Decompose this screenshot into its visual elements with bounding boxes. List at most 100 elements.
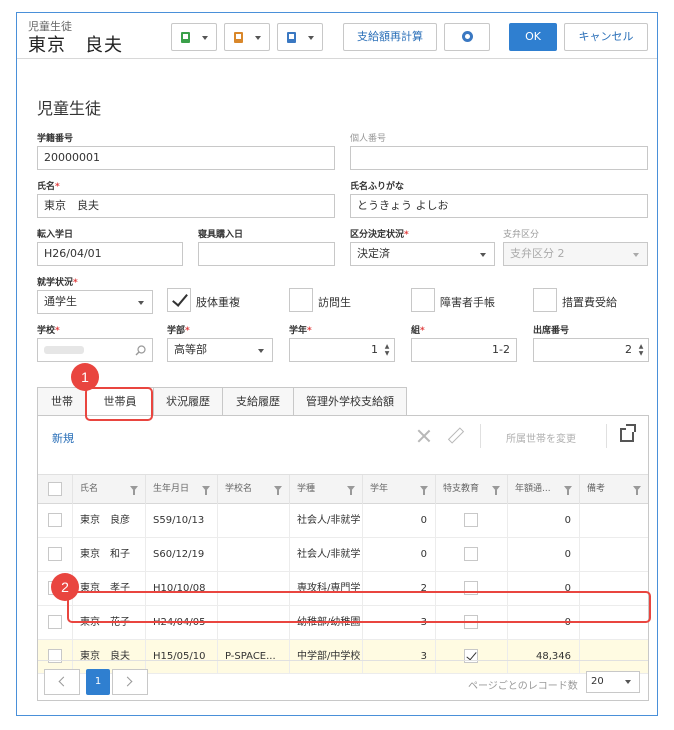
school-field[interactable] (37, 338, 153, 362)
table-row[interactable]: 東京 良彦 S59/10/13 社会人/非就学 0 0 (38, 504, 648, 538)
special-education-checkbox[interactable] (464, 513, 478, 527)
cancel-button[interactable]: キャンセル (564, 23, 648, 51)
col-header-birth-text: 生年月日 (153, 484, 190, 494)
transfer-date-field[interactable]: H26/04/01 (37, 242, 183, 266)
filter-icon[interactable] (492, 486, 500, 495)
help-button[interactable] (444, 23, 490, 51)
tab-status-history[interactable]: 状況履歴 (153, 387, 223, 416)
tab-external-school-payments[interactable]: 管理外学校支給額 (293, 387, 407, 416)
class-field[interactable]: 1-2 (411, 338, 517, 362)
name-label: 氏名* (37, 179, 60, 192)
ok-button[interactable]: OK (509, 23, 557, 51)
green-document-dropdown[interactable] (171, 23, 217, 51)
class-label: 組* (411, 323, 425, 336)
col-header-amount[interactable]: 年額通... (507, 475, 579, 505)
col-header-grade[interactable]: 学年 (362, 475, 435, 505)
cell-special (435, 538, 507, 572)
limb-checkbox[interactable] (167, 288, 191, 312)
required-mark: * (307, 326, 312, 336)
bedding-date-field[interactable] (198, 242, 335, 266)
dept-label: 学部* (167, 323, 190, 336)
dialog-header: 児童生徒 東京 良夫 支給額再計算 OK キャンセル (17, 13, 657, 59)
blue-document-dropdown[interactable] (277, 23, 323, 51)
new-link[interactable]: 新規 (52, 430, 74, 446)
personal-no-label: 個人番号 (350, 134, 387, 144)
filter-icon[interactable] (347, 486, 355, 495)
page-size-select[interactable]: 20 (586, 671, 640, 693)
chevron-down-icon (633, 253, 639, 257)
cell-birth: S59/10/13 (145, 504, 217, 538)
chevron-down-icon (138, 301, 144, 305)
row-select-checkbox[interactable] (48, 513, 62, 527)
stepper-arrows-icon[interactable]: ▲ ▼ (637, 343, 645, 357)
filter-icon[interactable] (202, 486, 210, 495)
blue-document-icon (287, 32, 296, 43)
cell-type: 社会人/非就学 (289, 504, 362, 538)
transfer-date-label: 転入学日 (37, 230, 74, 240)
special-education-checkbox[interactable] (464, 547, 478, 561)
limb-label: 肢体重複 (196, 296, 240, 309)
stepper-arrows-icon[interactable]: ▲ ▼ (383, 343, 391, 357)
required-mark: * (185, 326, 190, 336)
category-status-select[interactable]: 決定済 (350, 242, 495, 266)
cell-school (217, 504, 289, 538)
orange-document-dropdown[interactable] (224, 23, 270, 51)
tab-payment-history[interactable]: 支給履歴 (222, 387, 294, 416)
filter-icon[interactable] (420, 486, 428, 495)
enrollment-select[interactable]: 通学生 (37, 290, 153, 314)
search-icon[interactable] (135, 345, 146, 356)
page-1-button[interactable]: 1 (86, 669, 110, 695)
expand-window-icon[interactable] (620, 424, 636, 442)
disability-label: 障害者手帳 (440, 296, 495, 309)
col-header-type-text: 学種 (297, 484, 316, 494)
col-header-special[interactable]: 特支教育 (435, 475, 507, 505)
edit-icon[interactable] (448, 428, 462, 442)
page-size-value: 20 (591, 676, 604, 687)
class-label-text: 組 (411, 326, 421, 336)
col-header-birth[interactable]: 生年月日 (145, 475, 217, 505)
cell-note (579, 504, 648, 538)
visiting-checkbox[interactable] (289, 288, 313, 312)
grade-stepper[interactable]: 1 ▲ ▼ (289, 338, 395, 362)
col-header-school[interactable]: 学校名 (217, 475, 289, 505)
grade-label-text: 学年 (289, 326, 308, 336)
next-page-button[interactable] (112, 669, 148, 695)
select-all-checkbox[interactable] (48, 482, 62, 496)
chevron-down-icon (480, 253, 486, 257)
dept-select[interactable]: 高等部 (167, 338, 273, 362)
col-header-amount-text: 年額通... (515, 484, 551, 494)
payment-category-select[interactable]: 支弁区分 2 (503, 242, 648, 266)
filter-icon[interactable] (564, 486, 572, 495)
cell-name: 東京 良彦 (72, 504, 145, 538)
change-household-button[interactable]: 所属世帯を変更 (506, 430, 576, 445)
toolbar-divider (480, 424, 481, 448)
col-header-special-text: 特支教育 (443, 484, 480, 494)
visiting-label: 訪問生 (318, 296, 351, 309)
row-select-checkbox[interactable] (48, 615, 62, 629)
grade-label: 学年* (289, 323, 312, 336)
cell-amount: 0 (507, 538, 579, 572)
measures-checkbox[interactable] (533, 288, 557, 312)
col-header-note[interactable]: 備考 (579, 475, 648, 505)
disability-checkbox[interactable] (411, 288, 435, 312)
kana-field[interactable]: とうきょう よしお (350, 194, 648, 218)
highlight-row-box (67, 591, 651, 623)
filter-icon[interactable] (633, 486, 641, 495)
filter-icon[interactable] (274, 486, 282, 495)
school-value-redacted (44, 346, 84, 354)
col-header-name[interactable]: 氏名 (72, 475, 145, 505)
personal-no-field[interactable] (350, 146, 648, 170)
recalc-button[interactable]: 支給額再計算 (343, 23, 437, 51)
tab-household[interactable]: 世帯 (37, 387, 87, 416)
name-field[interactable]: 東京 良夫 (37, 194, 335, 218)
cell-type: 社会人/非就学 (289, 538, 362, 572)
prev-page-button[interactable] (44, 669, 80, 695)
seat-stepper[interactable]: 2 ▲ ▼ (533, 338, 649, 362)
delete-icon[interactable] (416, 428, 432, 444)
row-select-checkbox[interactable] (48, 547, 62, 561)
chevron-right-icon (122, 676, 133, 687)
col-header-type[interactable]: 学種 (289, 475, 362, 505)
student-no-field[interactable]: 20000001 (37, 146, 335, 170)
filter-icon[interactable] (130, 486, 138, 495)
table-row[interactable]: 東京 和子 S60/12/19 社会人/非就学 0 0 (38, 538, 648, 572)
